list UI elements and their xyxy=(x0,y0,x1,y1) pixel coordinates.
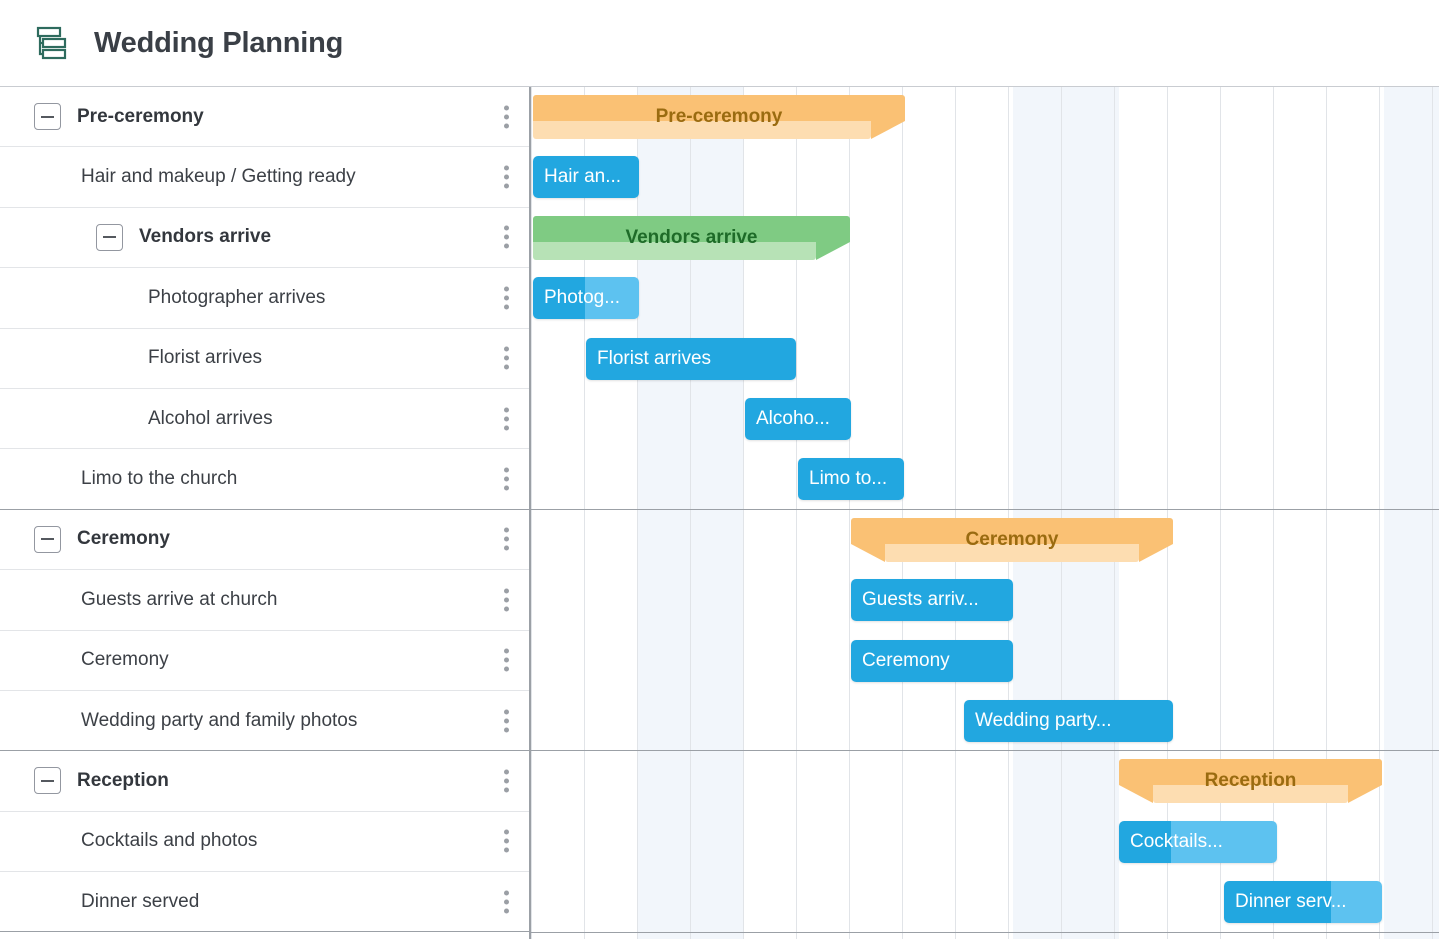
kebab-menu-icon[interactable] xyxy=(504,468,509,491)
task-bar-label: Alcoho... xyxy=(745,398,851,440)
task-label: Wedding party and family photos xyxy=(81,710,357,732)
task-label: Florist arrives xyxy=(148,347,262,369)
task-label: Vendors arrive xyxy=(139,226,271,248)
task-row-ceremony-task[interactable]: Ceremony xyxy=(0,631,529,691)
task-label: Alcohol arrives xyxy=(148,408,273,430)
summary-bar-label: Ceremony xyxy=(851,518,1173,562)
task-bar-label: Dinner serv... xyxy=(1224,881,1382,923)
section-separator xyxy=(531,932,1439,933)
kebab-menu-icon[interactable] xyxy=(504,649,509,672)
timeline-row-reception-group: Reception xyxy=(531,751,1439,811)
task-bar-cocktails-and-photos[interactable]: Cocktails... xyxy=(1119,821,1277,863)
kebab-menu-icon[interactable] xyxy=(504,166,509,189)
kebab-menu-icon[interactable] xyxy=(504,890,509,913)
task-bar-wedding-party-photos[interactable]: Wedding party... xyxy=(964,700,1173,742)
gantt-app: Wedding Planning Pre-ceremony Hair and ma… xyxy=(0,0,1439,939)
summary-bar-reception-group[interactable]: Reception xyxy=(1119,759,1382,803)
task-label: Reception xyxy=(77,770,169,792)
summary-bar-pre-ceremony[interactable]: Pre-ceremony xyxy=(533,95,905,139)
task-bar-label: Hair an... xyxy=(533,156,639,198)
page-title: Wedding Planning xyxy=(94,27,343,60)
kebab-menu-icon[interactable] xyxy=(504,588,509,611)
task-tree-panel: Pre-ceremony Hair and makeup / Getting re… xyxy=(0,87,531,939)
task-row-vendors-arrive[interactable]: Vendors arrive xyxy=(0,208,529,268)
app-header: Wedding Planning xyxy=(0,0,1439,87)
summary-bar-ceremony-group[interactable]: Ceremony xyxy=(851,518,1173,562)
task-row-dinner-served[interactable]: Dinner served xyxy=(0,872,529,932)
collapse-toggle-ceremony-group[interactable] xyxy=(34,526,61,553)
timeline-row-limo-to-the-church: Limo to... xyxy=(531,449,1439,509)
task-label: Hair and makeup / Getting ready xyxy=(81,166,356,188)
timeline-row-pre-ceremony: Pre-ceremony xyxy=(531,87,1439,147)
task-bar-label: Limo to... xyxy=(798,458,904,500)
task-bar-photographer-arrives[interactable]: Photog... xyxy=(533,277,639,319)
task-row-cocktails-and-photos[interactable]: Cocktails and photos xyxy=(0,812,529,872)
gantt-chart-icon xyxy=(30,23,70,63)
task-row-photographer-arrives[interactable]: Photographer arrives xyxy=(0,268,529,328)
summary-bar-label: Pre-ceremony xyxy=(533,95,905,139)
timeline-row-ceremony-task: Ceremony xyxy=(531,631,1439,691)
task-label: Ceremony xyxy=(77,528,170,550)
collapse-toggle-vendors-arrive[interactable] xyxy=(96,224,123,251)
task-label: Dinner served xyxy=(81,891,199,913)
summary-bar-label: Vendors arrive xyxy=(533,216,850,260)
kebab-menu-icon[interactable] xyxy=(504,226,509,249)
task-bar-dinner-served[interactable]: Dinner serv... xyxy=(1224,881,1382,923)
timeline-row-dinner-served: Dinner serv... xyxy=(531,872,1439,932)
task-bar-label: Photog... xyxy=(533,277,639,319)
task-row-wedding-party-photos[interactable]: Wedding party and family photos xyxy=(0,691,529,751)
kebab-menu-icon[interactable] xyxy=(504,407,509,430)
task-label: Ceremony xyxy=(81,649,169,671)
task-label: Pre-ceremony xyxy=(77,106,204,128)
task-row-alcohol-arrives[interactable]: Alcohol arrives xyxy=(0,389,529,449)
task-bar-hair-and-makeup[interactable]: Hair an... xyxy=(533,156,639,198)
summary-bar-vendors-arrive[interactable]: Vendors arrive xyxy=(533,216,850,260)
kebab-menu-icon[interactable] xyxy=(504,528,509,551)
timeline-row-cocktails-and-photos: Cocktails... xyxy=(531,812,1439,872)
kebab-menu-icon[interactable] xyxy=(504,769,509,792)
task-label: Cocktails and photos xyxy=(81,830,257,852)
task-label: Guests arrive at church xyxy=(81,589,277,611)
gantt-body: Pre-ceremony Hair and makeup / Getting re… xyxy=(0,87,1439,939)
task-row-ceremony-group[interactable]: Ceremony xyxy=(0,510,529,570)
task-bar-florist-arrives[interactable]: Florist arrives xyxy=(586,338,796,380)
task-bar-label: Ceremony xyxy=(851,640,1013,682)
timeline-row-hair-and-makeup: Hair an... xyxy=(531,147,1439,207)
timeline-row-guests-arrive-at-church: Guests arriv... xyxy=(531,570,1439,630)
task-label: Photographer arrives xyxy=(148,287,325,309)
timeline-row-wedding-party-photos: Wedding party... xyxy=(531,691,1439,751)
timeline-row-vendors-arrive: Vendors arrive xyxy=(531,208,1439,268)
timeline-row-ceremony-group: Ceremony xyxy=(531,510,1439,570)
task-bar-guests-arrive-at-church[interactable]: Guests arriv... xyxy=(851,579,1013,621)
task-row-limo-to-the-church[interactable]: Limo to the church xyxy=(0,449,529,509)
timeline-row-alcohol-arrives: Alcoho... xyxy=(531,389,1439,449)
collapse-toggle-reception-group[interactable] xyxy=(34,767,61,794)
gantt-timeline-panel: Pre-ceremony Hair an... Vendors arrive Phot… xyxy=(531,87,1439,939)
task-bar-label: Guests arriv... xyxy=(851,579,1013,621)
kebab-menu-icon[interactable] xyxy=(504,709,509,732)
task-row-florist-arrives[interactable]: Florist arrives xyxy=(0,329,529,389)
task-bar-label: Wedding party... xyxy=(964,700,1173,742)
collapse-toggle-pre-ceremony[interactable] xyxy=(34,103,61,130)
task-row-pre-ceremony[interactable]: Pre-ceremony xyxy=(0,87,529,147)
task-row-guests-arrive-at-church[interactable]: Guests arrive at church xyxy=(0,570,529,630)
kebab-menu-icon[interactable] xyxy=(504,347,509,370)
task-bar-limo-to-the-church[interactable]: Limo to... xyxy=(798,458,904,500)
timeline-row-florist-arrives: Florist arrives xyxy=(531,329,1439,389)
kebab-menu-icon[interactable] xyxy=(504,286,509,309)
task-bar-ceremony-task[interactable]: Ceremony xyxy=(851,640,1013,682)
task-bar-alcohol-arrives[interactable]: Alcoho... xyxy=(745,398,851,440)
kebab-menu-icon[interactable] xyxy=(504,830,509,853)
task-bar-label: Cocktails... xyxy=(1119,821,1277,863)
task-bar-label: Florist arrives xyxy=(586,338,796,380)
timeline-row-photographer-arrives: Photog... xyxy=(531,268,1439,328)
task-row-hair-and-makeup[interactable]: Hair and makeup / Getting ready xyxy=(0,147,529,207)
task-label: Limo to the church xyxy=(81,468,237,490)
kebab-menu-icon[interactable] xyxy=(504,105,509,128)
summary-bar-label: Reception xyxy=(1119,759,1382,803)
task-row-reception-group[interactable]: Reception xyxy=(0,751,529,811)
